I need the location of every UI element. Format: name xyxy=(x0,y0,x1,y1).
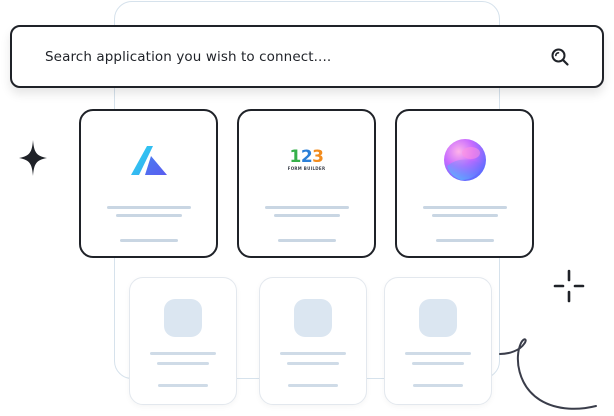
sparkle-star-icon xyxy=(19,140,47,180)
placeholder-line xyxy=(405,352,471,355)
placeholder-line xyxy=(280,352,346,355)
skeleton-line xyxy=(422,206,507,209)
placeholder-line xyxy=(150,352,216,355)
app-card-a[interactable] xyxy=(79,109,218,258)
skeleton-line xyxy=(273,214,340,217)
placeholder-avatar xyxy=(419,299,457,337)
gradient-orb-icon xyxy=(443,138,487,182)
skeleton-line xyxy=(106,206,191,209)
skeleton-line xyxy=(115,214,182,217)
skeleton-line xyxy=(119,239,178,242)
app-card-orb[interactable] xyxy=(395,109,534,258)
placeholder-avatar xyxy=(164,299,202,337)
placeholder-line xyxy=(288,384,338,387)
placeholder-line xyxy=(287,362,339,365)
skeleton-line xyxy=(277,239,336,242)
stylized-a-icon xyxy=(127,138,171,182)
integration-illustration: 123 FORM BUILDER Search application you … xyxy=(0,0,614,416)
placeholder-line xyxy=(413,384,463,387)
placeholder-line xyxy=(412,362,464,365)
skeleton-line xyxy=(435,239,494,242)
placeholder-line xyxy=(157,362,209,365)
placeholder-card xyxy=(259,277,367,405)
search-input-text[interactable]: Search application you wish to connect..… xyxy=(45,49,550,65)
app-search-bar[interactable]: Search application you wish to connect..… xyxy=(10,25,604,88)
placeholder-card xyxy=(129,277,237,405)
crosshair-sparkle-icon xyxy=(553,269,585,307)
placeholder-avatar xyxy=(294,299,332,337)
logo-subtitle: FORM BUILDER xyxy=(287,166,326,171)
123-form-builder-logo: 123 FORM BUILDER xyxy=(287,147,326,171)
placeholder-card xyxy=(384,277,492,405)
app-card-123formbuilder[interactable]: 123 FORM BUILDER xyxy=(237,109,376,258)
curved-line-doodle xyxy=(496,338,614,416)
skeleton-line xyxy=(431,214,498,217)
search-icon[interactable] xyxy=(550,47,570,67)
skeleton-line xyxy=(264,206,349,209)
placeholder-line xyxy=(158,384,208,387)
